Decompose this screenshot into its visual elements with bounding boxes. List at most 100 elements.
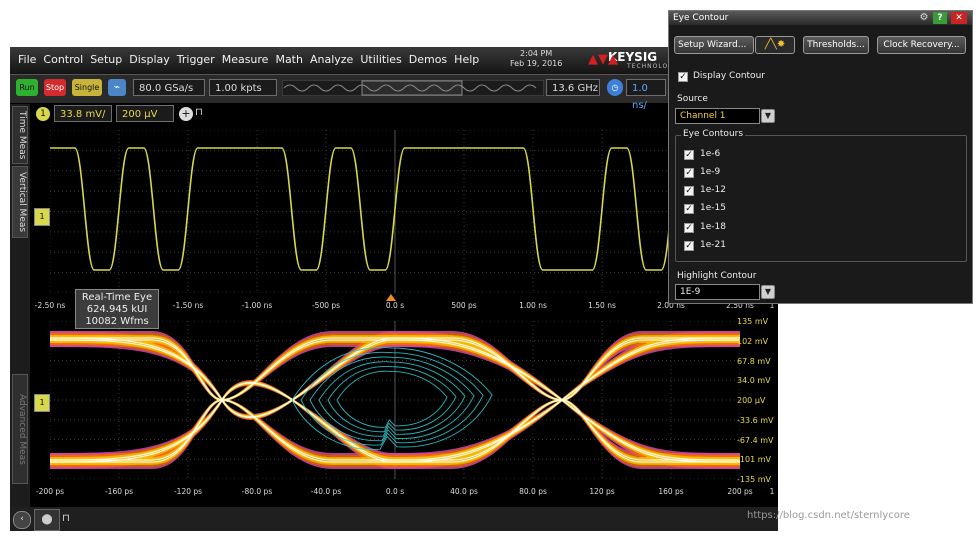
channel-1-ground-marker[interactable]: 1 xyxy=(34,208,50,226)
time-tick: 1.00 ns xyxy=(519,301,547,310)
menu-measure[interactable]: Measure xyxy=(222,53,269,66)
contour-1e-18-checkbox[interactable]: ✓ xyxy=(684,223,694,233)
tab-vertical-meas[interactable]: Vertical Meas xyxy=(12,166,28,238)
pin-icon[interactable]: ⊓ xyxy=(62,513,70,524)
eye-y-tick: 34.0 mV xyxy=(737,376,771,386)
time-tick: -1.00 ns xyxy=(241,301,273,310)
gear-icon[interactable]: ⚙ xyxy=(917,12,931,24)
time-tick: 0.0 s xyxy=(385,301,405,310)
bottom-bar: ‹ ⬤ ⊓ xyxy=(10,507,778,531)
time-tick: 1.50 ns xyxy=(588,301,616,310)
timebase-field[interactable]: 1.0 ns/ xyxy=(626,79,666,111)
eye-info-ui: 624.945 kUI xyxy=(86,304,148,315)
menu-list: File Control Setup Display Trigger Measu… xyxy=(18,53,486,66)
bandwidth-field[interactable]: 13.6 GHz xyxy=(546,79,600,96)
time-tick: 160 ps xyxy=(658,487,684,496)
time-tick: -500 ps xyxy=(311,301,341,310)
contour-1e-9-label: 1e-9 xyxy=(700,167,721,177)
menu-utilities[interactable]: Utilities xyxy=(360,53,401,66)
eye-y-tick: 102 mV xyxy=(737,336,769,346)
measurement-sidebar: Time Meas Vertical Meas Advanced Meas xyxy=(10,104,30,509)
sample-rate-field[interactable]: 80.0 GSa/s xyxy=(133,79,205,96)
display-contour-checkbox[interactable]: ✓ xyxy=(678,72,688,82)
menu-help[interactable]: Help xyxy=(454,53,479,66)
menu-demos[interactable]: Demos xyxy=(409,53,447,66)
stop-button[interactable]: Stop xyxy=(44,79,66,96)
contour-1e-15-label: 1e-15 xyxy=(700,203,726,213)
contour-1e-21-checkbox[interactable]: ✓ xyxy=(684,241,694,251)
eye-y-tick: 135 mV xyxy=(737,317,769,326)
acquisition-toolbar: Run Stop Single ⌁ 80.0 GSa/s 1.00 kpts 1… xyxy=(10,74,778,111)
probe-icon[interactable]: ⬤ xyxy=(34,509,60,531)
menu-file[interactable]: File xyxy=(18,53,36,66)
time-tick: -160 ps xyxy=(104,487,134,496)
eye-contours xyxy=(291,347,493,450)
time-tick: -80.0 ps xyxy=(241,487,273,496)
eye-channel-marker[interactable]: 1 xyxy=(34,394,50,412)
time-tick: 200 ps xyxy=(727,487,753,496)
menu-math[interactable]: Math xyxy=(275,53,303,66)
time-tick: -40.0 ps xyxy=(310,487,342,496)
contour-1e-9-checkbox[interactable]: ✓ xyxy=(684,168,694,178)
autoscale-icon[interactable]: ⌁ xyxy=(108,79,126,96)
source-select[interactable]: Channel 1 xyxy=(675,108,760,124)
eye-y-tick: -101 mV xyxy=(737,455,771,465)
thresholds-button[interactable]: Thresholds... xyxy=(803,36,869,54)
contour-1e-6-label: 1e-6 xyxy=(700,149,721,159)
setup-wizard-button[interactable]: Setup Wizard... xyxy=(674,36,754,54)
time-axis-end-label: 1 xyxy=(769,487,775,496)
channel-scale-bar: 1 33.8 mV/ 200 µV + ⊓ xyxy=(32,104,778,128)
pin-icon[interactable]: ⊓ xyxy=(195,107,203,118)
highlight-dropdown-icon[interactable]: ▼ xyxy=(761,285,775,299)
scroll-left-icon[interactable]: ‹ xyxy=(13,511,31,529)
channel-1-icon[interactable]: 1 xyxy=(36,107,50,121)
time-tick: -2.50 ns xyxy=(34,301,66,310)
run-button[interactable]: Run xyxy=(16,79,38,96)
menu-display[interactable]: Display xyxy=(129,53,170,66)
contour-1e-12-label: 1e-12 xyxy=(700,185,726,195)
tab-time-meas[interactable]: Time Meas xyxy=(12,106,28,164)
single-button[interactable]: Single xyxy=(72,79,102,96)
eye-y-tick: -67.4 mV xyxy=(737,435,774,445)
clock-recovery-button[interactable]: Clock Recovery... xyxy=(877,36,966,54)
source-label: Source xyxy=(677,94,708,104)
contour-1e-6-checkbox[interactable]: ✓ xyxy=(684,150,694,160)
trigger-position-marker[interactable] xyxy=(386,294,396,301)
watermark-text: https://blog.csdn.net/sternlycore xyxy=(747,510,910,521)
contour-1e-12-checkbox[interactable]: ✓ xyxy=(684,186,694,196)
timebase-icon[interactable]: ◷ xyxy=(607,79,623,96)
wizard-wand-icon[interactable]: ╱╲✸ xyxy=(755,36,795,54)
tab-advanced-meas[interactable]: Advanced Meas xyxy=(12,374,28,484)
eye-y-tick: -33.6 mV xyxy=(737,415,774,425)
help-icon[interactable]: ? xyxy=(933,12,947,24)
contour-1e-15-checkbox[interactable]: ✓ xyxy=(684,204,694,214)
source-dropdown-icon[interactable]: ▼ xyxy=(761,109,775,123)
time-tick: 500 ps xyxy=(451,301,477,310)
eye-info-wfms: 10082 Wfms xyxy=(85,316,149,327)
date-time: 2:04 PM Feb 19, 2016 xyxy=(510,49,562,69)
brand-logo: ▲▼▲ KEYSIG TECHNOLOG xyxy=(588,50,673,70)
keysight-wave-icon: ▲▼▲ xyxy=(588,52,618,67)
menu-setup[interactable]: Setup xyxy=(90,53,122,66)
memory-depth-field[interactable]: 1.00 kpts xyxy=(209,79,277,96)
menu-analyze[interactable]: Analyze xyxy=(310,53,353,66)
vertical-offset-field[interactable]: 200 µV xyxy=(116,105,174,122)
waveform-display[interactable] xyxy=(50,130,740,293)
vertical-scale-field[interactable]: 33.8 mV/ xyxy=(54,105,112,122)
time-tick: -120 ps xyxy=(173,487,203,496)
menu-control[interactable]: Control xyxy=(43,53,83,66)
menu-trigger[interactable]: Trigger xyxy=(177,53,215,66)
eye-contour-dialog: Eye Contour ⚙ ? ✕ Setup Wizard... ╱╲✸ Th… xyxy=(668,10,973,304)
eye-diagram-display[interactable] xyxy=(50,321,740,479)
time-text: 2:04 PM xyxy=(520,49,553,58)
add-icon[interactable]: + xyxy=(179,107,193,121)
time-tick: 0.0 s xyxy=(385,487,405,496)
time-tick: 40.0 ps xyxy=(450,487,478,496)
highlight-contour-label: Highlight Contour xyxy=(677,271,757,281)
close-icon[interactable]: ✕ xyxy=(951,12,967,24)
display-contour-label: Display Contour xyxy=(693,71,765,81)
eye-y-tick: -135 mV xyxy=(737,475,771,484)
highlight-contour-select[interactable]: 1E-9 xyxy=(675,284,760,300)
eye-y-tick: 200 µV xyxy=(737,396,766,405)
brand-subtitle: TECHNOLOG xyxy=(627,63,674,70)
